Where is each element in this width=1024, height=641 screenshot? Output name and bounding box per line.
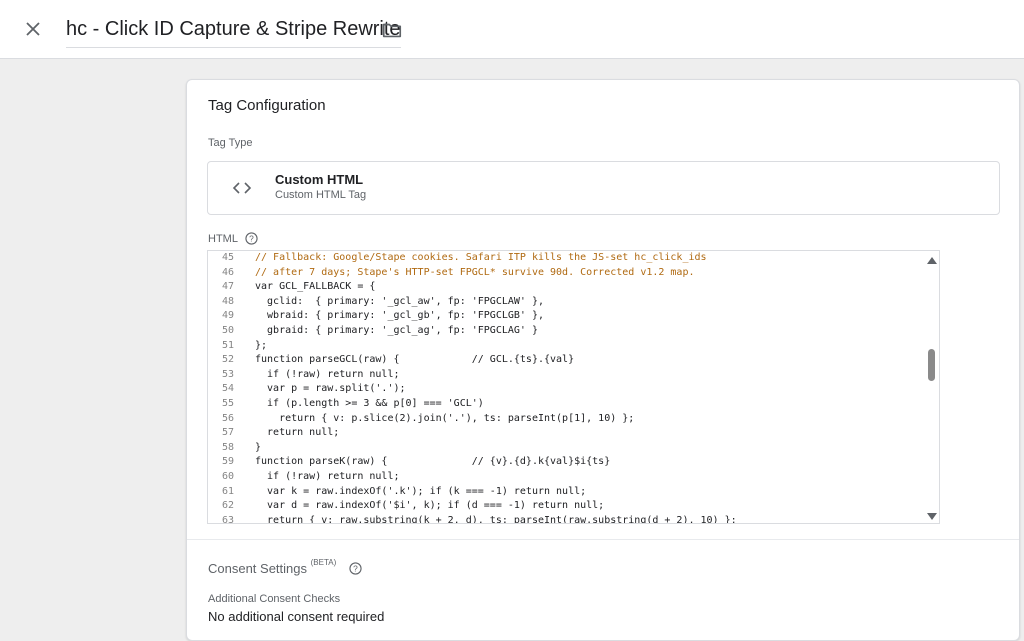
code-text: function parseK(raw) { // {v}.{d}.k{val}… <box>255 456 611 468</box>
line-number: 56 <box>221 412 234 424</box>
folder-icon[interactable] <box>381 19 403 41</box>
code-line: 61 var k = raw.indexOf('.k'); if (k === … <box>208 485 924 500</box>
line-number: 62 <box>221 500 234 512</box>
code-text: var d = raw.indexOf('$i', k); if (d === … <box>255 500 605 512</box>
code-line: 62 var d = raw.indexOf('$i', k); if (d =… <box>208 499 924 514</box>
line-number: 52 <box>221 354 234 366</box>
help-icon[interactable]: ? <box>245 232 258 245</box>
section-divider <box>187 539 1019 540</box>
code-text: // Fallback: Google/Stape cookies. Safar… <box>255 252 707 263</box>
beta-badge: (BETA) <box>310 558 337 567</box>
consent-settings-title: Consent Settings (BETA) <box>208 558 337 576</box>
code-line: 45 // Fallback: Google/Stape cookies. Saf… <box>208 251 924 266</box>
tag-type-label: Tag Type <box>208 137 253 149</box>
line-number: 47 <box>221 281 234 293</box>
line-number: 54 <box>221 383 234 395</box>
scroll-down-arrow-icon[interactable] <box>927 513 937 521</box>
card-title: Tag Configuration <box>208 97 326 114</box>
code-line: 59 function parseK(raw) { // {v}.{d}.k{va… <box>208 455 924 470</box>
tag-name-input[interactable]: hc - Click ID Capture & Stripe Rewrite <box>66 17 401 48</box>
code-brackets-icon <box>232 182 252 194</box>
code-line: 54 var p = raw.split('.'); <box>208 382 924 397</box>
line-number: 51 <box>221 339 234 351</box>
line-number: 59 <box>221 456 234 468</box>
line-number: 58 <box>221 441 234 453</box>
consent-title-text: Consent Settings <box>208 561 308 576</box>
tag-configuration-card: Tag Configuration Tag Type Custom HTML C… <box>186 79 1020 641</box>
code-text: var GCL_FALLBACK = { <box>255 281 376 293</box>
scrollbar-thumb[interactable] <box>928 349 935 381</box>
svg-text:?: ? <box>249 233 254 243</box>
line-number: 48 <box>221 295 234 307</box>
tag-type-subtitle: Custom HTML Tag <box>275 189 367 201</box>
code-text: return { v: p.slice(2).join('.'), ts: pa… <box>255 412 635 424</box>
code-text: var k = raw.indexOf('.k'); if (k === -1)… <box>255 485 587 497</box>
svg-text:?: ? <box>353 563 358 573</box>
line-number: 61 <box>221 485 234 497</box>
code-text: return null; <box>255 427 340 439</box>
code-line: 48 gclid: { primary: '_gcl_aw', fp: 'FPG… <box>208 295 924 310</box>
code-line: 47 var GCL_FALLBACK = { <box>208 280 924 295</box>
line-number: 63 <box>221 514 234 524</box>
line-number: 57 <box>221 427 234 439</box>
code-line: 56 return { v: p.slice(2).join('.'), ts:… <box>208 412 924 427</box>
code-line: 51}; <box>208 339 924 354</box>
code-text: }; <box>255 339 268 351</box>
close-icon[interactable] <box>21 17 45 41</box>
code-line: 63 return { v: raw.substring(k + 2, d), … <box>208 514 924 524</box>
code-text: var p = raw.split('.'); <box>255 383 406 395</box>
line-number: 45 <box>221 252 234 263</box>
code-line: 55 if (p.length >= 3 && p[0] === 'GCL') <box>208 397 924 412</box>
line-number: 53 <box>221 368 234 380</box>
code-text: return { v: raw.substring(k + 2, d), ts:… <box>255 514 737 524</box>
code-line: 52 function parseGCL(raw) { // GCL.{ts}.{… <box>208 353 924 368</box>
consent-checks-label: Additional Consent Checks <box>208 593 341 605</box>
code-line: 49 wbraid: { primary: '_gcl_gb', fp: 'FP… <box>208 309 924 324</box>
editor-scrollbar[interactable] <box>924 251 939 523</box>
tag-type-name: Custom HTML <box>275 172 364 187</box>
html-label: HTML <box>208 233 238 245</box>
code-text: function parseGCL(raw) { // GCL.{ts}.{va… <box>255 354 575 366</box>
top-bar: hc - Click ID Capture & Stripe Rewrite <box>0 0 1024 59</box>
code-text: gbraid: { primary: '_gcl_ag', fp: 'FPGCL… <box>255 325 538 336</box>
line-number: 60 <box>221 471 234 482</box>
code-text: if (!raw) return null; <box>255 471 400 482</box>
code-text: if (!raw) return null; <box>255 368 400 380</box>
consent-help-icon[interactable]: ? <box>349 562 362 575</box>
code-text: } <box>255 441 262 453</box>
code-text: wbraid: { primary: '_gcl_gb', fp: 'FPGCL… <box>255 310 544 322</box>
code-line: 50 gbraid: { primary: '_gcl_ag', fp: 'FP… <box>208 324 924 339</box>
code-text: if (p.length >= 3 && p[0] === 'GCL') <box>255 398 484 409</box>
code-line: 57 return null; <box>208 426 924 441</box>
code-line: 46 // after 7 days; Stape's HTTP-set FPGC… <box>208 266 924 281</box>
scroll-up-arrow-icon[interactable] <box>927 256 937 264</box>
tag-type-selector[interactable]: Custom HTML Custom HTML Tag <box>207 161 1000 215</box>
line-number: 50 <box>221 325 234 336</box>
code-line: 53 if (!raw) return null; <box>208 368 924 383</box>
line-number: 46 <box>221 266 234 278</box>
code-line: 60 if (!raw) return null; <box>208 470 924 485</box>
html-code-editor[interactable]: 45 // Fallback: Google/Stape cookies. Saf… <box>207 250 940 524</box>
code-text: gclid: { primary: '_gcl_aw', fp: 'FPGCLA… <box>255 295 544 307</box>
line-number: 49 <box>221 310 234 322</box>
line-number: 55 <box>221 398 234 409</box>
code-text: // after 7 days; Stape's HTTP-set FPGCL*… <box>255 266 695 278</box>
consent-checks-value: No additional consent required <box>208 609 385 624</box>
code-line: 58} <box>208 441 924 456</box>
